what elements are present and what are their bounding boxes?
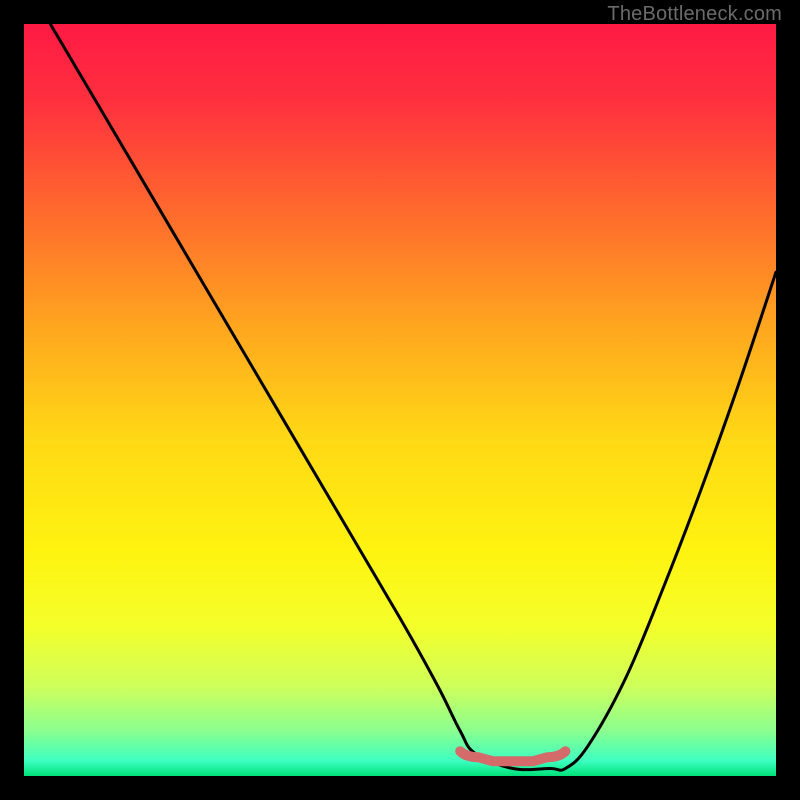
- gradient-background: [24, 24, 776, 776]
- chart-frame: TheBottleneck.com: [0, 0, 800, 800]
- plot-area: [24, 24, 776, 776]
- watermark-text: TheBottleneck.com: [607, 3, 782, 26]
- chart-svg: [24, 24, 776, 776]
